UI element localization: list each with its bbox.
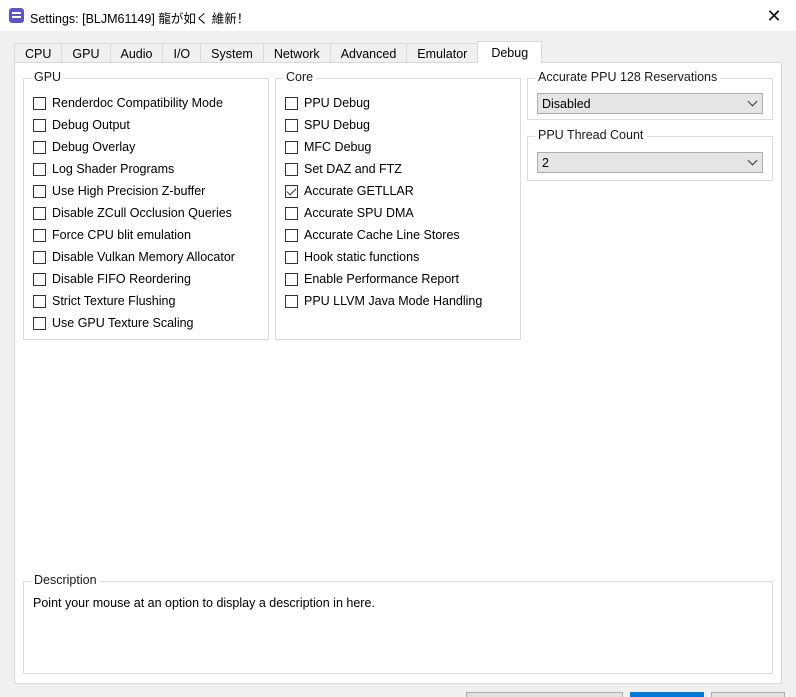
- description-group: Description Point your mouse at an optio…: [23, 573, 773, 674]
- dialog-button-primary-partial[interactable]: [630, 692, 704, 697]
- tab-advanced[interactable]: Advanced: [329, 43, 407, 63]
- checkbox-checked[interactable]: [285, 184, 298, 198]
- option-disable-zcull[interactable]: Disable ZCull Occlusion Queries: [33, 204, 232, 222]
- dialog-button-partial[interactable]: [711, 692, 785, 697]
- core-group-title: Core: [283, 70, 317, 84]
- close-button[interactable]: ✕: [752, 0, 796, 32]
- checkbox[interactable]: [285, 228, 298, 242]
- checkbox[interactable]: [33, 272, 46, 286]
- checkbox[interactable]: [285, 294, 298, 308]
- tab-audio[interactable]: Audio: [109, 43, 163, 63]
- chevron-down-icon: [747, 96, 758, 107]
- option-label: Accurate GETLLAR: [304, 184, 414, 198]
- option-label: Set DAZ and FTZ: [304, 162, 402, 176]
- description-text: Point your mouse at an option to display…: [33, 596, 375, 610]
- dialog-button-partial[interactable]: [466, 692, 623, 697]
- ppu-thread-count-group: PPU Thread Count 2: [527, 128, 773, 181]
- checkbox[interactable]: [285, 118, 298, 132]
- option-label: Force CPU blit emulation: [52, 228, 191, 242]
- checkbox[interactable]: [33, 206, 46, 220]
- option-accurate-cache-line-stores[interactable]: Accurate Cache Line Stores: [285, 226, 460, 244]
- checkbox[interactable]: [285, 162, 298, 176]
- checkbox[interactable]: [33, 316, 46, 330]
- option-label: Accurate Cache Line Stores: [304, 228, 460, 242]
- core-group: Core PPU Debug SPU Debug MFC Debug Set D…: [275, 70, 521, 340]
- option-accurate-getllar[interactable]: Accurate GETLLAR: [285, 182, 414, 200]
- option-label: Debug Overlay: [52, 140, 136, 154]
- app-icon: [9, 8, 24, 23]
- ppu-reservations-select[interactable]: Disabled: [537, 93, 763, 114]
- option-label: Accurate SPU DMA: [304, 206, 414, 220]
- option-label: SPU Debug: [304, 118, 371, 132]
- option-disable-fifo-reordering[interactable]: Disable FIFO Reordering: [33, 270, 191, 288]
- option-ppu-debug[interactable]: PPU Debug: [285, 94, 370, 112]
- checkbox[interactable]: [285, 140, 298, 154]
- tab-network[interactable]: Network: [262, 43, 330, 63]
- tab-emulator[interactable]: Emulator: [406, 43, 478, 63]
- gpu-group: GPU Renderdoc Compatibility Mode Debug O…: [23, 70, 269, 340]
- option-strict-texture-flushing[interactable]: Strict Texture Flushing: [33, 292, 175, 310]
- option-label: Renderdoc Compatibility Mode: [52, 96, 223, 110]
- checkbox[interactable]: [33, 140, 46, 154]
- option-spu-debug[interactable]: SPU Debug: [285, 116, 370, 134]
- checkbox[interactable]: [285, 96, 298, 110]
- checkbox[interactable]: [285, 206, 298, 220]
- gpu-group-title: GPU: [31, 70, 65, 84]
- option-accurate-spu-dma[interactable]: Accurate SPU DMA: [285, 204, 414, 222]
- option-label: Use GPU Texture Scaling: [52, 316, 194, 330]
- option-log-shader-programs[interactable]: Log Shader Programs: [33, 160, 174, 178]
- ppu-thread-count-title: PPU Thread Count: [535, 128, 647, 142]
- option-high-precision-zbuffer[interactable]: Use High Precision Z-buffer: [33, 182, 205, 200]
- checkbox[interactable]: [33, 184, 46, 198]
- tab-io[interactable]: I/O: [162, 43, 201, 63]
- ppu-thread-count-select[interactable]: 2: [537, 152, 763, 173]
- checkbox[interactable]: [33, 96, 46, 110]
- option-label: Use High Precision Z-buffer: [52, 184, 206, 198]
- option-mfc-debug[interactable]: MFC Debug: [285, 138, 371, 156]
- option-gpu-texture-scaling[interactable]: Use GPU Texture Scaling: [33, 314, 194, 332]
- option-force-cpu-blit[interactable]: Force CPU blit emulation: [33, 226, 191, 244]
- tab-cpu[interactable]: CPU: [14, 43, 62, 63]
- option-label: Enable Performance Report: [304, 272, 459, 286]
- checkbox[interactable]: [285, 250, 298, 264]
- option-debug-overlay[interactable]: Debug Overlay: [33, 138, 135, 156]
- window-title: Settings: [BLJM61149] 龍が如く 維新！: [30, 12, 250, 26]
- option-set-daz-ftz[interactable]: Set DAZ and FTZ: [285, 160, 402, 178]
- ppu-reservations-title: Accurate PPU 128 Reservations: [535, 70, 721, 84]
- description-title: Description: [31, 573, 100, 587]
- chevron-down-icon: [747, 155, 758, 166]
- tab-system[interactable]: System: [200, 43, 263, 63]
- select-value: Disabled: [542, 96, 591, 111]
- option-label: Disable Vulkan Memory Allocator: [52, 250, 235, 264]
- checkbox[interactable]: [33, 294, 46, 308]
- option-label: Disable ZCull Occlusion Queries: [52, 206, 232, 220]
- option-disable-vma[interactable]: Disable Vulkan Memory Allocator: [33, 248, 235, 266]
- checkbox[interactable]: [33, 228, 46, 242]
- option-label: Debug Output: [52, 118, 130, 132]
- option-label: Strict Texture Flushing: [52, 294, 176, 308]
- option-performance-report[interactable]: Enable Performance Report: [285, 270, 459, 288]
- tab-debug[interactable]: Debug: [477, 41, 543, 63]
- checkbox[interactable]: [33, 118, 46, 132]
- debug-tab-panel: GPU Renderdoc Compatibility Mode Debug O…: [14, 62, 782, 684]
- option-renderdoc-compatibility[interactable]: Renderdoc Compatibility Mode: [33, 94, 223, 112]
- option-label: Disable FIFO Reordering: [52, 272, 191, 286]
- option-label: MFC Debug: [304, 140, 372, 154]
- checkbox[interactable]: [33, 250, 46, 264]
- tab-gpu[interactable]: GPU: [61, 43, 110, 63]
- option-label: PPU Debug: [304, 96, 371, 110]
- select-value: 2: [542, 155, 549, 170]
- option-label: Hook static functions: [304, 250, 420, 264]
- ppu-reservations-group: Accurate PPU 128 Reservations Disabled: [527, 70, 773, 120]
- close-icon: ✕: [766, 5, 782, 27]
- checkbox[interactable]: [33, 162, 46, 176]
- title-bar: Settings: [BLJM61149] 龍が如く 維新！ ✕: [0, 0, 796, 32]
- option-debug-output[interactable]: Debug Output: [33, 116, 130, 134]
- option-ppu-llvm-java-mode[interactable]: PPU LLVM Java Mode Handling: [285, 292, 482, 310]
- tab-bar: CPU GPU Audio I/O System Network Advance…: [14, 41, 543, 63]
- option-label: Log Shader Programs: [52, 162, 175, 176]
- option-hook-static-functions[interactable]: Hook static functions: [285, 248, 419, 266]
- option-label: PPU LLVM Java Mode Handling: [304, 294, 483, 308]
- checkbox[interactable]: [285, 272, 298, 286]
